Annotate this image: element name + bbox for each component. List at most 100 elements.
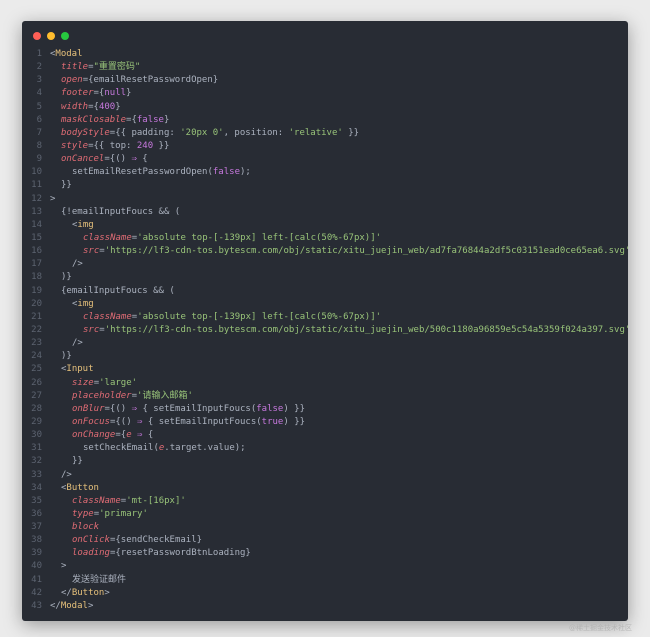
code-token: false: [136, 114, 164, 125]
code-token: ) }}: [283, 416, 306, 427]
code-line: 16 src='https://lf3-cdn-tos.bytescm.com/o…: [22, 245, 628, 258]
line-number: 6: [36, 114, 42, 125]
code-token: Button: [71, 587, 105, 598]
line-number: 19: [31, 285, 42, 296]
code-line: 24)}: [22, 350, 628, 363]
line-number: 34: [31, 482, 42, 493]
code-token: />: [72, 259, 83, 270]
line-number: 10: [31, 167, 42, 178]
code-token: )}: [61, 272, 72, 283]
code-token: ={: [126, 114, 137, 125]
code-token: 'absolute top-[-139px] left-[calc(50%-67…: [137, 311, 382, 322]
line-number: 39: [31, 548, 42, 559]
code-token: Button: [66, 482, 99, 493]
code-token: { setEmailInputFoucs(: [137, 403, 257, 414]
code-line: 32}}: [22, 455, 628, 468]
line-number: 3: [36, 75, 42, 86]
code-token: onBlur: [72, 403, 105, 414]
code-token: ={(): [104, 403, 132, 414]
code-token: emailResetPasswordOpen: [93, 75, 213, 86]
code-token: src: [83, 246, 100, 257]
code-token: >: [87, 600, 94, 611]
code-line: 3 open={emailResetPasswordOpen}: [22, 74, 628, 87]
code-token: '20px 0': [180, 127, 224, 138]
code-line: 6 maskClosable={false}: [22, 114, 628, 127]
code-token: src: [83, 324, 100, 335]
code-token: loading: [72, 548, 110, 559]
code-token: </: [61, 587, 72, 598]
code-line: 37 block: [22, 521, 628, 534]
code-token: ={: [115, 430, 127, 441]
minimize-window-button[interactable]: [47, 32, 55, 40]
code-token: false: [212, 167, 240, 178]
window-titlebar: [22, 21, 628, 49]
code-line: 28 onBlur={() ⇒ { setEmailInputFoucs(fals…: [22, 403, 628, 416]
line-number: 25: [31, 364, 42, 375]
code-token: }}: [61, 180, 72, 191]
code-line: 22 src='https://lf3-cdn-tos.bytescm.com/o…: [22, 324, 628, 337]
code-token: className: [83, 311, 132, 322]
code-token: Input: [66, 364, 94, 375]
code-token: 'https://lf3-cdn-tos.bytescm.com/obj/sta…: [104, 246, 628, 257]
code-line: 38 onClick={sendCheckEmail}: [22, 534, 628, 547]
code-line: 8 style={{ top: 240 }}: [22, 140, 628, 153]
code-token: className: [72, 495, 121, 506]
line-number: 14: [31, 219, 42, 230]
code-line: 2 title="重置密码": [22, 61, 628, 74]
code-token: onFocus: [72, 416, 110, 427]
code-token: ={: [93, 88, 105, 99]
code-token: }: [163, 114, 170, 125]
code-line: 18)}: [22, 271, 628, 284]
code-token: onClick: [72, 535, 110, 546]
code-line: 5 width={400}: [22, 101, 628, 114]
code-line: 13 {!emailInputFoucs && (: [22, 206, 628, 219]
code-line: 34 <Button: [22, 482, 628, 495]
code-line: 39 loading={resetPasswordBtnLoading}: [22, 547, 628, 560]
line-number: 9: [36, 154, 42, 165]
code-token: emailInputFoucs: [66, 285, 148, 296]
code-token: >: [61, 561, 67, 572]
line-number: 43: [31, 600, 42, 611]
code-line: 21 className='absolute top-[-139px] left-…: [22, 311, 628, 324]
code-line: 7 bodyStyle={{ padding: '20px 0', positio…: [22, 127, 628, 140]
line-number: 24: [31, 351, 42, 362]
code-line: 14 <img: [22, 219, 628, 232]
code-token: ={{ top:: [88, 140, 137, 151]
code-token: size: [72, 377, 94, 388]
code-token: ={: [109, 535, 121, 546]
line-number: 29: [31, 416, 42, 427]
code-token: '请输入邮箱': [137, 390, 193, 401]
code-token: footer: [61, 88, 94, 99]
code-line: 15 className='absolute top-[-139px] left-…: [22, 232, 628, 245]
code-token: }: [212, 75, 219, 86]
line-number: 18: [31, 272, 42, 283]
code-token: 发送验证邮件: [72, 574, 127, 585]
line-number: 35: [31, 495, 42, 506]
code-token: </: [50, 600, 61, 611]
code-token: placeholder: [72, 390, 132, 401]
code-token: className: [83, 232, 132, 243]
line-number: 42: [31, 587, 42, 598]
code-token: }}: [72, 456, 83, 467]
code-token: "重置密码": [93, 62, 141, 73]
line-number: 11: [31, 180, 42, 191]
close-window-button[interactable]: [33, 32, 41, 40]
code-line: 33 />: [22, 469, 628, 482]
code-token: ={{ padding:: [109, 127, 181, 138]
code-token: 400: [98, 101, 116, 112]
code-token: title: [61, 62, 89, 73]
code-token: ={: [88, 101, 99, 112]
code-window: 1 <Modal 2 title="重置密码" 3 open={emailResetPas…: [22, 21, 628, 621]
code-token: null: [104, 88, 127, 99]
code-token: && (: [153, 206, 181, 217]
code-line: 1 <Modal: [22, 48, 628, 61]
code-token: 'large': [99, 377, 138, 388]
code-token: setEmailResetPasswordOpen: [72, 167, 208, 178]
line-number: 12: [31, 193, 42, 204]
code-token: {!: [61, 206, 72, 217]
code-line: 26 size='large': [22, 377, 628, 390]
code-token: false: [256, 403, 284, 414]
maximize-window-button[interactable]: [61, 32, 69, 40]
code-token: img: [77, 219, 94, 230]
code-line: 25 <Input: [22, 363, 628, 376]
